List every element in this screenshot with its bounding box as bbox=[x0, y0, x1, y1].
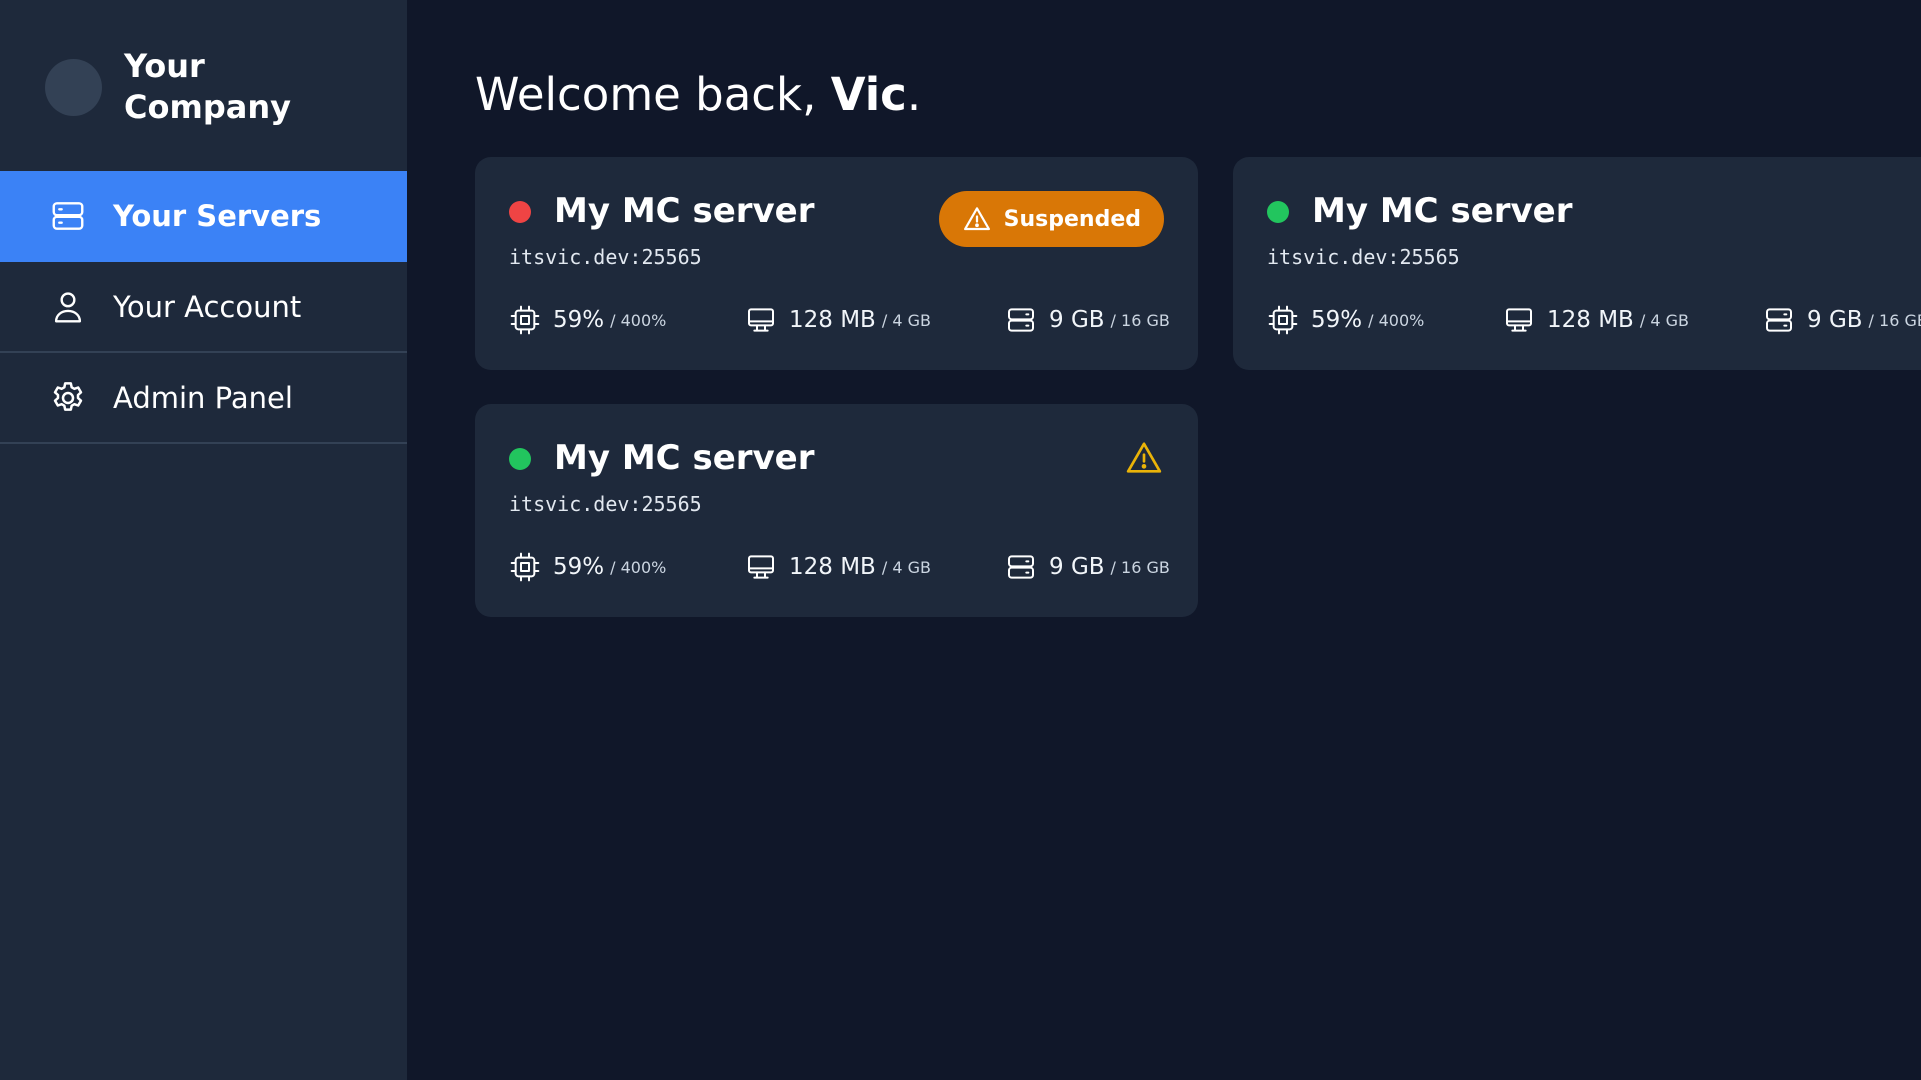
cpu-limit: / 400% bbox=[610, 557, 667, 577]
memory-limit: / 4 GB bbox=[1639, 310, 1689, 330]
cpu-value: 59% bbox=[1311, 307, 1363, 333]
sidebar-item-account[interactable]: Your Account bbox=[0, 262, 407, 353]
cpu-icon bbox=[509, 551, 541, 583]
server-card[interactable]: My MC server itsvic.dev:25565 59% / 400% bbox=[1233, 157, 1921, 370]
memory-stat: 128 MB / 4 GB bbox=[745, 304, 931, 336]
main-content: Welcome back, Vic. My MC server itsvic.d… bbox=[407, 0, 1921, 1080]
welcome-username: Vic bbox=[830, 68, 907, 121]
server-icon bbox=[48, 196, 88, 236]
memory-icon bbox=[745, 551, 777, 583]
memory-icon bbox=[1503, 304, 1535, 336]
memory-limit: / 4 GB bbox=[881, 557, 931, 577]
sidebar-item-label: Your Account bbox=[113, 289, 302, 324]
badge-label: Suspended bbox=[1003, 206, 1141, 232]
sidebar-item-admin[interactable]: Admin Panel bbox=[0, 353, 407, 444]
disk-stat: 9 GB / 16 GB bbox=[1763, 304, 1921, 336]
disk-value: 9 GB bbox=[1049, 554, 1105, 580]
cpu-limit: / 400% bbox=[1368, 310, 1425, 330]
server-name: My MC server bbox=[554, 191, 815, 231]
app-root: Your Company Your Servers Your Account A… bbox=[0, 0, 1921, 1080]
welcome-prefix: Welcome back, bbox=[475, 68, 831, 121]
cpu-stat: 59% / 400% bbox=[509, 551, 666, 583]
disk-icon bbox=[1005, 304, 1037, 336]
cpu-icon bbox=[509, 304, 541, 336]
cpu-value: 59% bbox=[553, 307, 605, 333]
server-name: My MC server bbox=[1312, 191, 1573, 231]
memory-value: 128 MB bbox=[789, 554, 876, 580]
memory-value: 128 MB bbox=[1547, 307, 1634, 333]
cpu-stat: 59% / 400% bbox=[1267, 304, 1424, 336]
warning-icon bbox=[962, 204, 1004, 234]
suspended-badge[interactable]: Suspended bbox=[938, 191, 1164, 247]
disk-stat: 9 GB / 16 GB bbox=[1005, 304, 1170, 336]
sidebar: Your Company Your Servers Your Account A… bbox=[0, 0, 407, 1080]
server-address: itsvic.dev:25565 bbox=[509, 492, 702, 516]
disk-limit: / 16 GB bbox=[1110, 557, 1170, 577]
server-address: itsvic.dev:25565 bbox=[509, 245, 702, 269]
gear-icon bbox=[48, 378, 88, 418]
cpu-icon bbox=[1267, 304, 1299, 336]
disk-value: 9 GB bbox=[1807, 307, 1863, 333]
warning-icon[interactable] bbox=[1124, 438, 1164, 478]
disk-limit: / 16 GB bbox=[1868, 310, 1921, 330]
sidebar-item-label: Your Servers bbox=[113, 198, 322, 233]
disk-value: 9 GB bbox=[1049, 307, 1105, 333]
memory-stat: 128 MB / 4 GB bbox=[1503, 304, 1689, 336]
disk-icon bbox=[1763, 304, 1795, 336]
server-address: itsvic.dev:25565 bbox=[1267, 245, 1460, 269]
brand[interactable]: Your Company bbox=[45, 46, 324, 128]
memory-icon bbox=[745, 304, 777, 336]
disk-icon bbox=[1005, 551, 1037, 583]
memory-value: 128 MB bbox=[789, 307, 876, 333]
status-dot-offline bbox=[509, 201, 531, 223]
company-name: Your Company bbox=[124, 47, 291, 126]
company-logo bbox=[45, 58, 102, 116]
sidebar-item-servers[interactable]: Your Servers bbox=[0, 171, 407, 262]
cpu-value: 59% bbox=[553, 554, 605, 580]
user-icon bbox=[48, 287, 88, 327]
sidebar-nav: Your Servers Your Account Admin Panel bbox=[0, 171, 407, 444]
server-card[interactable]: My MC server itsvic.dev:25565 Suspended bbox=[475, 157, 1198, 370]
server-name: My MC server bbox=[554, 438, 815, 478]
status-dot-online bbox=[1267, 201, 1289, 223]
disk-stat: 9 GB / 16 GB bbox=[1005, 551, 1170, 583]
page-title: Welcome back, Vic. bbox=[475, 65, 921, 125]
sidebar-item-label: Admin Panel bbox=[113, 380, 293, 415]
memory-limit: / 4 GB bbox=[881, 310, 931, 330]
disk-limit: / 16 GB bbox=[1110, 310, 1170, 330]
memory-stat: 128 MB / 4 GB bbox=[745, 551, 931, 583]
cpu-stat: 59% / 400% bbox=[509, 304, 666, 336]
welcome-suffix: . bbox=[906, 68, 922, 121]
status-dot-online bbox=[509, 448, 531, 470]
cpu-limit: / 400% bbox=[610, 310, 667, 330]
server-card[interactable]: My MC server itsvic.dev:25565 59% / 400%… bbox=[475, 404, 1198, 617]
